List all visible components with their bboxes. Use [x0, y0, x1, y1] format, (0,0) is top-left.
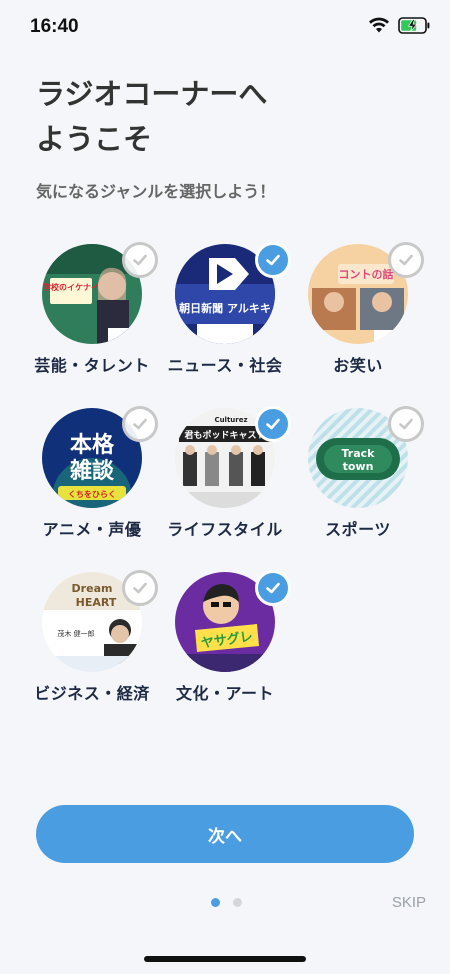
- svg-text:茂木 健一郎: 茂木 健一郎: [57, 629, 94, 638]
- page-indicator: [211, 898, 242, 907]
- selection-check-icon[interactable]: [388, 406, 424, 442]
- genre-item-lifestyle[interactable]: Culturez 君もポッドキャスト ライフスタイル: [143, 406, 293, 556]
- svg-text:朝日新聞 アルキキ: 朝日新聞 アルキキ: [179, 301, 271, 315]
- selection-check-icon[interactable]: [255, 570, 291, 606]
- genre-label: お笑い: [333, 356, 383, 375]
- genre-label: スポーツ: [325, 520, 391, 539]
- battery-charging-icon: [398, 16, 430, 34]
- svg-text:Culturez: Culturez: [214, 416, 247, 424]
- svg-text:くちをひらく: くちをひらく: [68, 490, 116, 499]
- svg-text:コントの話: コントの話: [339, 267, 394, 281]
- status-time: 16:40: [30, 16, 79, 37]
- wifi-icon: [369, 17, 389, 33]
- svg-text:Dream: Dream: [72, 582, 113, 595]
- genre-item-anime-voice[interactable]: 本格 雑談 くちをひらく アニメ・声優: [10, 406, 160, 556]
- status-icons: [368, 16, 430, 34]
- welcome-title: ラジオコーナーへ ようこそ: [36, 77, 268, 156]
- svg-text:君もポッドキャスト: 君もポッドキャスト: [184, 429, 265, 441]
- skip-link[interactable]: SKIP: [392, 894, 426, 911]
- selection-check-icon[interactable]: [388, 242, 424, 278]
- status-bar: 16:40: [0, 0, 450, 56]
- svg-text:HEART: HEART: [76, 596, 117, 609]
- genre-item-news-society[interactable]: 朝日新聞 アルキキ ニュース・社会: [143, 242, 293, 392]
- svg-text:Track: Track: [342, 447, 376, 460]
- page-dot-active: [211, 898, 220, 907]
- genre-item-sports[interactable]: Track town スポーツ: [276, 406, 426, 556]
- genre-item-culture-art[interactable]: ヤサグレ 文化・アート: [143, 570, 293, 720]
- page-dot-inactive: [233, 898, 242, 907]
- genre-label: 文化・アート: [175, 684, 275, 703]
- next-button[interactable]: 次へ: [36, 805, 414, 863]
- svg-text:学校のイケナイ: 学校のイケナイ: [43, 282, 99, 292]
- svg-text:本格: 本格: [70, 432, 115, 458]
- subtitle: 気になるジャンルを選択しよう！: [36, 182, 276, 201]
- genre-item-business-economy[interactable]: Dream HEART 茂木 健一郎 ビジネス・経済: [10, 570, 160, 720]
- genre-item-entertainment[interactable]: 学校のイケナイ 芸能・タレント: [10, 242, 160, 392]
- svg-text:town: town: [343, 460, 374, 473]
- genre-item-comedy[interactable]: コントの話 お笑い: [276, 242, 426, 392]
- home-indicator: [144, 956, 306, 962]
- svg-text:雑談: 雑談: [69, 458, 115, 484]
